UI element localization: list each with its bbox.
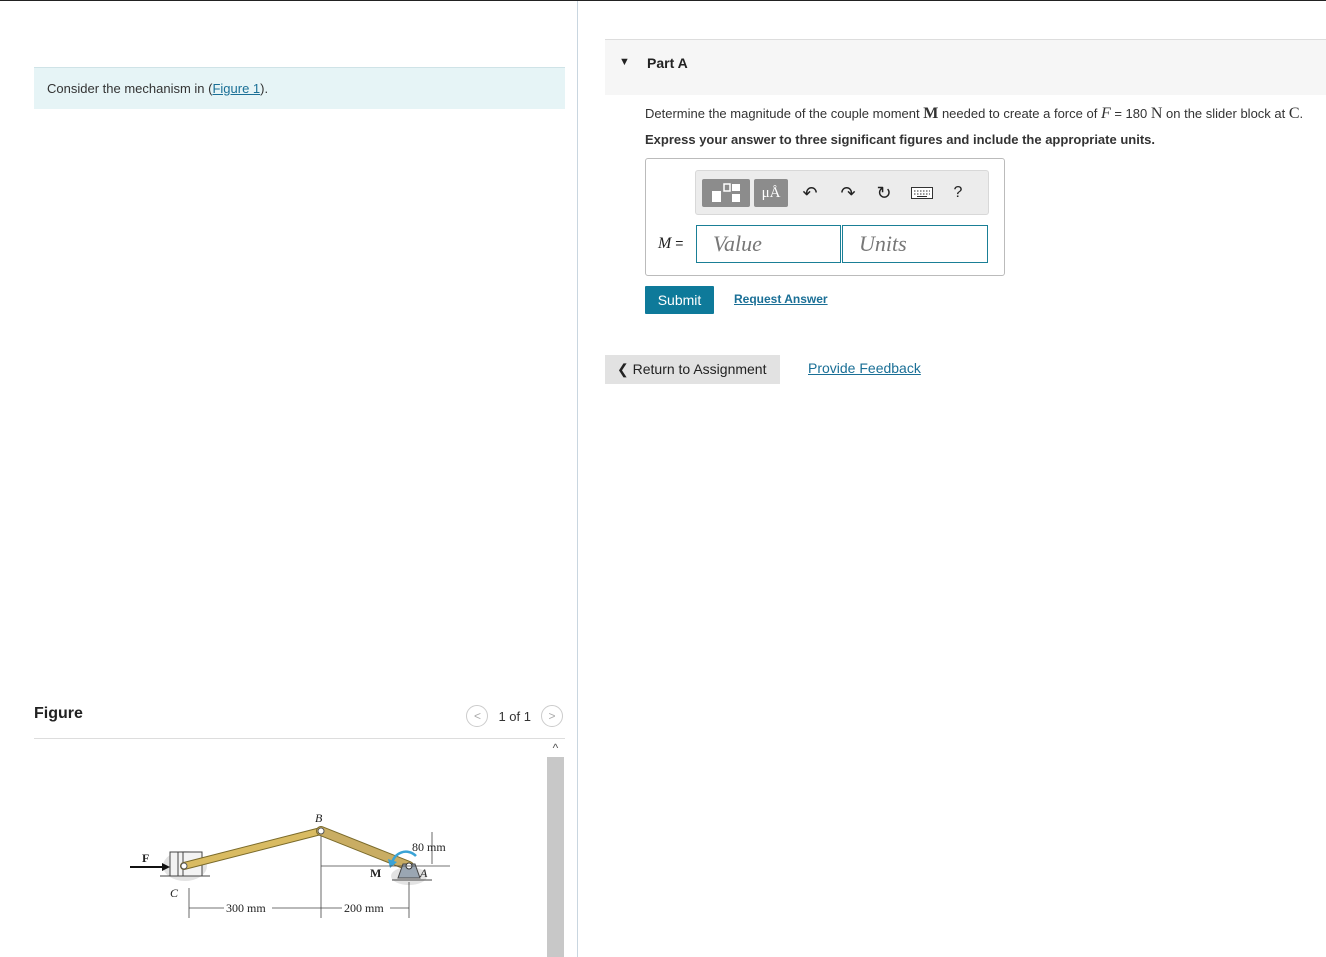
return-to-assignment-button[interactable]: ❮ Return to Assignment — [605, 355, 780, 384]
question-part: = 180 — [1110, 106, 1151, 121]
provide-feedback-link[interactable]: Provide Feedback — [808, 360, 921, 376]
submit-button[interactable]: Submit — [645, 286, 714, 314]
caret-down-icon[interactable]: ▼ — [619, 56, 630, 68]
intro-suffix: ). — [260, 81, 269, 96]
keyboard-shortcuts-button[interactable] — [908, 179, 936, 207]
redo-icon[interactable]: ↷ — [836, 179, 860, 207]
units-input[interactable]: Units — [842, 225, 988, 263]
reset-icon[interactable]: ↻ — [872, 179, 896, 207]
chevron-left-icon: < — [473, 709, 481, 723]
value-input[interactable]: Value — [696, 225, 841, 263]
templates-icon — [712, 183, 740, 202]
answer-variable: M — [658, 235, 672, 252]
answer-equals: = — [671, 235, 684, 251]
chevron-left-icon: ❮ — [617, 361, 633, 377]
prev-figure-button[interactable]: < — [466, 705, 489, 727]
keyboard-icon — [911, 187, 933, 199]
scroll-thumb[interactable] — [547, 757, 564, 957]
templates-button[interactable] — [702, 179, 750, 207]
pager-count: 1 of 1 — [498, 708, 531, 724]
label-f: F — [142, 851, 149, 865]
math-toolbar: μÅ ↶ ↷ ↻ ? — [695, 170, 989, 215]
part-a-header[interactable]: ▼ Part A — [605, 39, 1326, 95]
question-symbol-c: C — [1288, 105, 1300, 122]
left-panel: Consider the mechanism in (Figure 1). Fi… — [0, 1, 578, 957]
question-symbol-f: F — [1100, 105, 1111, 122]
dim-200mm: 200 mm — [344, 901, 384, 915]
label-a: A — [419, 866, 428, 880]
question-part: needed to create a force of — [938, 106, 1101, 121]
link-cb — [181, 828, 324, 869]
question-part: Determine the magnitude of the couple mo… — [645, 106, 924, 121]
question-symbol-m: M — [923, 105, 939, 122]
figure-link[interactable]: Figure 1 — [212, 81, 260, 96]
label-b: B — [315, 811, 323, 825]
question-part: . — [1299, 106, 1304, 121]
help-icon[interactable]: ? — [946, 179, 970, 207]
units-symbol-button[interactable]: μÅ — [754, 179, 788, 207]
part-title: Part A — [647, 55, 688, 71]
figure-pager: < 1 of 1 > — [466, 705, 563, 727]
question-text: Determine the magnitude of the couple mo… — [645, 105, 1303, 123]
question-part: on the slider block at — [1162, 106, 1289, 121]
question-symbol-n: N — [1150, 105, 1163, 122]
return-label: Return to Assignment — [632, 361, 767, 377]
intro-prefix: Consider the mechanism in ( — [47, 81, 213, 96]
label-c: C — [170, 886, 179, 900]
dim-80mm: 80 mm — [412, 840, 446, 854]
next-figure-button[interactable]: > — [541, 705, 563, 727]
dim-300mm: 300 mm — [226, 901, 266, 915]
undo-icon[interactable]: ↶ — [798, 179, 822, 207]
link-ba — [317, 827, 413, 870]
scroll-up-button[interactable]: ^ — [547, 739, 564, 756]
mechanism-diagram: F C B A M 80 mm 300 mm 200 mm — [130, 811, 450, 918]
figure-scrollbar[interactable]: ^ — [547, 739, 564, 957]
intro-banner: Consider the mechanism in (Figure 1). — [34, 67, 565, 109]
instruction-text: Express your answer to three significant… — [645, 132, 1155, 147]
figure-title: Figure — [34, 705, 83, 722]
chevron-up-icon: ^ — [552, 740, 559, 755]
answer-label: M = — [658, 235, 683, 253]
figure-header: Figure < 1 of 1 > — [34, 701, 565, 739]
panel-divider — [577, 1, 578, 957]
label-m: M — [370, 866, 381, 880]
answer-box: μÅ ↶ ↷ ↻ ? M = Value Units — [645, 158, 1005, 276]
request-answer-link[interactable]: Request Answer — [734, 292, 828, 306]
chevron-right-icon: > — [548, 709, 556, 723]
